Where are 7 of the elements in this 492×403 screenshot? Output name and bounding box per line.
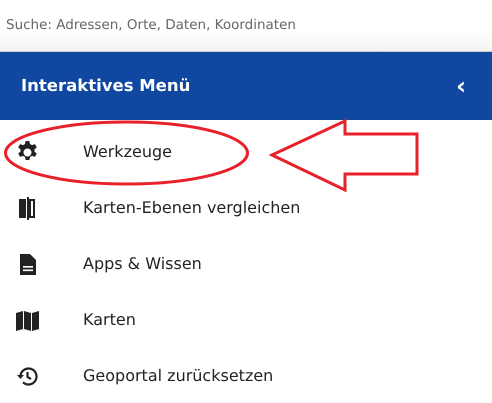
collapse-button[interactable]: ‹: [452, 74, 470, 98]
menu-title: Interaktives Menü: [21, 74, 190, 97]
menu-item[interactable]: Karten-Ebenen vergleichen: [83, 196, 300, 220]
menu-item[interactable]: Werkzeuge: [83, 140, 172, 164]
menu-item[interactable]: Apps & Wissen: [83, 252, 202, 276]
menu-item[interactable]: Karten: [83, 308, 136, 332]
menu-item[interactable]: Geoportal zurücksetzen: [83, 364, 274, 388]
